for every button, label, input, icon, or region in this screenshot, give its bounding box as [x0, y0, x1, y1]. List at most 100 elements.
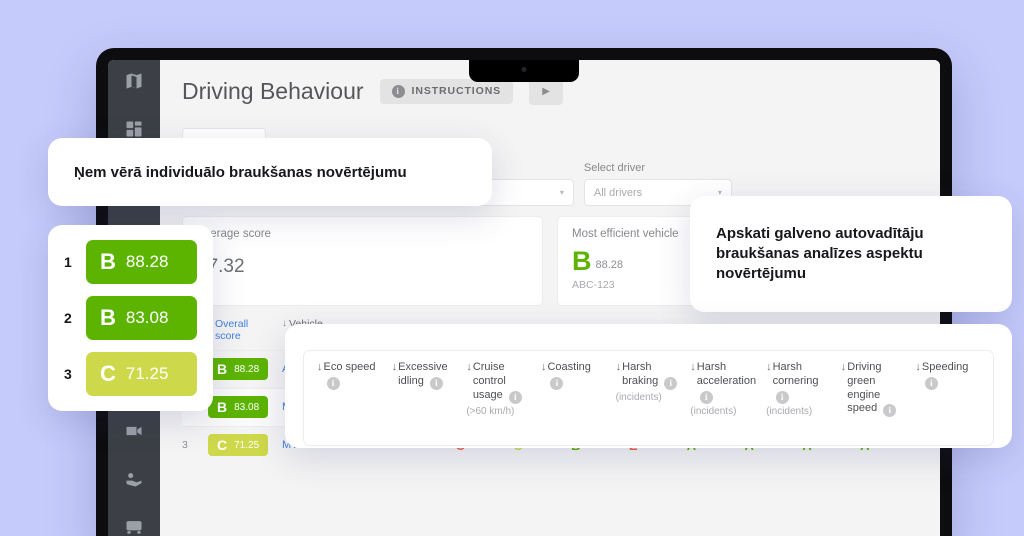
row-score: 71.25	[234, 439, 260, 451]
ranking-score-badge: C 71.25	[86, 352, 197, 396]
metric-head: ↓ Speeding i	[915, 361, 980, 390]
ranking-value: 83.08	[125, 308, 169, 327]
metric-column[interactable]: ↓ Eco speed i	[312, 361, 387, 435]
hand-coin-icon[interactable]	[123, 468, 145, 490]
ranking-value: 88.28	[125, 252, 169, 271]
row-score-badge-cell: B 88.28	[208, 358, 282, 381]
metric-label: Cruise control usage i	[473, 361, 531, 404]
metric-unit: (incidents)	[766, 405, 813, 417]
metric-column[interactable]: ↓ Coasting i	[536, 361, 611, 435]
most-efficient-grade: B	[572, 246, 592, 276]
metric-column[interactable]: ↓ Harsh cornering i (incidents)	[761, 361, 836, 435]
metric-label: Coasting i	[547, 361, 605, 390]
metric-head: ↓ Driving green engine speed i	[840, 361, 906, 418]
webcam-notch	[469, 60, 579, 82]
row-grade: B	[217, 399, 228, 416]
callout-metrics: ↓ Eco speed i ↓ Excessive idling i ↓ Cruise c…	[285, 324, 1012, 448]
row-rank: 3	[182, 439, 188, 452]
metric-head: ↓ Coasting i	[541, 361, 606, 390]
ranking-row: 3 C 71.25	[64, 352, 197, 396]
average-score-title: Average score	[197, 228, 271, 240]
ranking-grade: B	[100, 249, 116, 274]
callout-ranking: 1 B 88.28 2 B 83.08 3 C 71.25	[48, 225, 213, 411]
table-header-cell[interactable]: ↓Overall score	[208, 318, 282, 342]
dashboard-icon[interactable]	[123, 118, 145, 140]
info-icon[interactable]: i	[883, 404, 897, 418]
sort-down-icon: ↓	[915, 361, 921, 373]
driver-select-value: All drivers	[593, 186, 643, 199]
metrics-header-row: ↓ Eco speed i ↓ Excessive idling i ↓ Cruise c…	[303, 350, 994, 446]
row-score: 83.08	[234, 401, 260, 413]
chevron-down-icon: ▾	[559, 188, 564, 197]
page-title: Driving Behaviour	[182, 77, 364, 104]
row-grade: C	[217, 437, 228, 454]
info-icon: i	[391, 84, 405, 98]
metric-column[interactable]: ↓ Excessive idling i	[387, 361, 462, 435]
sort-down-icon: ↓	[466, 361, 472, 373]
metric-head: ↓ Cruise control usage i	[466, 361, 531, 404]
metric-column[interactable]: ↓ Harsh acceleration i (incidents)	[685, 361, 761, 435]
info-icon[interactable]: i	[924, 376, 938, 390]
webcam-dot	[521, 67, 527, 72]
ranking-score-badge: B 88.28	[86, 240, 197, 284]
play-icon: ▶	[542, 85, 550, 97]
metric-label: Excessive idling i	[398, 361, 456, 390]
most-efficient-value: 88.28	[595, 258, 624, 271]
ranking-position: 2	[64, 310, 72, 326]
table-header-label: Overall score	[215, 317, 249, 342]
map-icon[interactable]	[123, 70, 145, 92]
instructions-button[interactable]: i INSTRUCTIONS	[379, 78, 514, 104]
metric-label: Speeding i	[922, 361, 980, 390]
row-score-badge: B 88.28	[208, 358, 269, 381]
metric-unit: (incidents)	[615, 391, 662, 403]
sort-down-icon: ↓	[840, 361, 847, 373]
info-icon[interactable]: i	[664, 376, 678, 390]
metric-head: ↓ Excessive idling i	[392, 361, 457, 390]
row-score: 88.28	[234, 363, 260, 375]
ranking-position: 1	[64, 254, 72, 270]
info-icon[interactable]: i	[775, 390, 789, 404]
metric-label: Driving green engine speed i	[847, 361, 905, 418]
metric-label: Harsh braking i	[622, 361, 680, 390]
row-score-badge-cell: B 83.08	[208, 396, 282, 419]
info-icon[interactable]: i	[429, 376, 443, 390]
sort-down-icon: ↓	[282, 317, 287, 329]
sort-down-icon: ↓	[690, 361, 696, 373]
info-icon[interactable]: i	[508, 390, 522, 404]
metric-head: ↓ Harsh braking i	[616, 361, 681, 390]
metric-column[interactable]: ↓ Speeding i	[910, 361, 985, 435]
row-score-badge: C 71.25	[208, 434, 269, 457]
ranking-row: 2 B 83.08	[64, 296, 197, 340]
ranking-value: 71.25	[125, 364, 169, 383]
info-icon[interactable]: i	[326, 376, 340, 390]
metric-unit: (incidents)	[690, 405, 737, 417]
info-icon[interactable]: i	[550, 376, 564, 390]
sort-down-icon: ↓	[391, 361, 398, 373]
sort-down-icon: ↓	[766, 361, 772, 373]
ranking-grade: C	[100, 361, 116, 386]
vehicle-icon[interactable]	[123, 516, 145, 536]
metric-column[interactable]: ↓ Driving green engine speed i	[836, 361, 911, 435]
metric-head: ↓ Eco speed i	[317, 361, 382, 390]
row-score-badge: B 83.08	[208, 396, 269, 419]
ranking-grade: B	[100, 305, 116, 330]
ranking-row: 1 B 88.28	[64, 240, 197, 284]
video-icon[interactable]	[123, 420, 145, 442]
ranking-score-badge: B 83.08	[86, 296, 197, 340]
average-score-value: 67.32	[197, 256, 245, 277]
instructions-label: INSTRUCTIONS	[411, 85, 502, 97]
callout-individual-rating-text: Ņem vērā individuālo braukšanas novērtēj…	[74, 163, 407, 181]
driver-select-label: Select driver	[583, 162, 646, 174]
callout-driver-analysis-text: Apskati galveno autovadītāju braukšanas …	[716, 224, 924, 283]
metric-head: ↓ Harsh acceleration i	[690, 361, 756, 404]
row-score-badge-cell: C 71.25	[208, 434, 282, 457]
metric-head: ↓ Harsh cornering i	[766, 361, 831, 404]
sort-down-icon: ↓	[317, 361, 323, 373]
callout-driver-analysis: Apskati galveno autovadītāju braukšanas …	[690, 196, 1012, 312]
sort-down-icon: ↓	[615, 361, 622, 373]
info-icon[interactable]: i	[699, 390, 713, 404]
metric-column[interactable]: ↓ Harsh braking i (incidents)	[611, 361, 686, 435]
metric-column[interactable]: ↓ Cruise control usage i (>60 km/h)	[461, 361, 536, 435]
metric-unit: (>60 km/h)	[466, 405, 515, 417]
ranking-position: 3	[64, 366, 72, 382]
